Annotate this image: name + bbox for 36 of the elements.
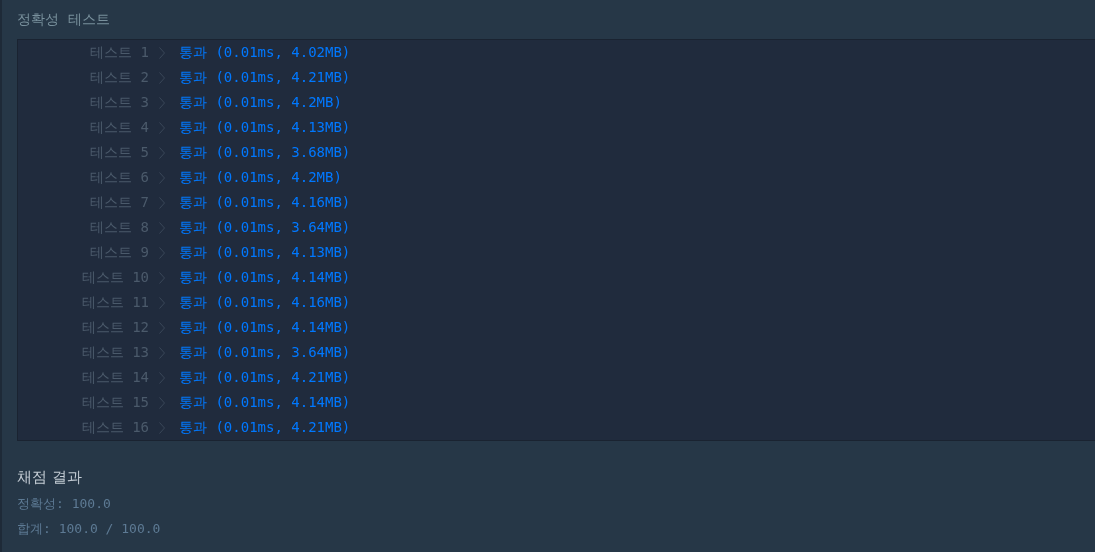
test-result: 통과 (0.01ms, 4.21MB) <box>179 68 351 87</box>
test-result: 통과 (0.01ms, 4.16MB) <box>179 193 351 212</box>
chevron-icon <box>159 171 165 184</box>
summary-line: 합계: 100.0 / 100.0 <box>17 519 162 538</box>
test-result: 통과 (0.01ms, 3.64MB) <box>179 343 351 362</box>
chevron-icon <box>159 371 165 384</box>
test-result: 통과 (0.01ms, 4.2MB) <box>179 93 342 112</box>
test-result: 통과 (0.01ms, 4.14MB) <box>179 268 351 287</box>
test-result: 통과 (0.01ms, 4.21MB) <box>179 418 351 437</box>
chevron-icon <box>159 246 165 259</box>
chevron-icon <box>159 71 165 84</box>
chevron-icon <box>159 271 165 284</box>
chevron-icon <box>159 121 165 134</box>
test-result: 통과 (0.01ms, 4.16MB) <box>179 293 351 312</box>
test-result: 통과 (0.01ms, 4.02MB) <box>179 43 351 62</box>
chevron-icon <box>159 96 165 109</box>
test-result: 통과 (0.01ms, 3.64MB) <box>179 218 351 237</box>
test-result: 통과 (0.01ms, 4.21MB) <box>179 368 351 387</box>
test-result: 통과 (0.01ms, 3.68MB) <box>179 143 351 162</box>
chevron-icon <box>159 46 165 59</box>
chevron-icon <box>159 221 165 234</box>
test-result: 통과 (0.01ms, 4.14MB) <box>179 318 351 337</box>
summary-line: 정확성: 100.0 <box>17 494 112 513</box>
test-result: 통과 (0.01ms, 4.13MB) <box>179 118 351 137</box>
chevron-icon <box>159 296 165 309</box>
test-result: 통과 (0.01ms, 4.2MB) <box>179 168 342 187</box>
summary-title: 채점 결과 <box>17 466 83 488</box>
section-title: 정확성 테스트 <box>17 10 110 29</box>
chevron-icon <box>159 196 165 209</box>
chevron-icon <box>159 346 165 359</box>
test-result: 통과 (0.01ms, 4.13MB) <box>179 243 351 262</box>
test-result: 통과 (0.01ms, 4.14MB) <box>179 393 351 412</box>
chevron-icon <box>159 146 165 159</box>
chevron-icon <box>159 421 165 434</box>
chevron-icon <box>159 321 165 334</box>
chevron-icon <box>159 396 165 409</box>
